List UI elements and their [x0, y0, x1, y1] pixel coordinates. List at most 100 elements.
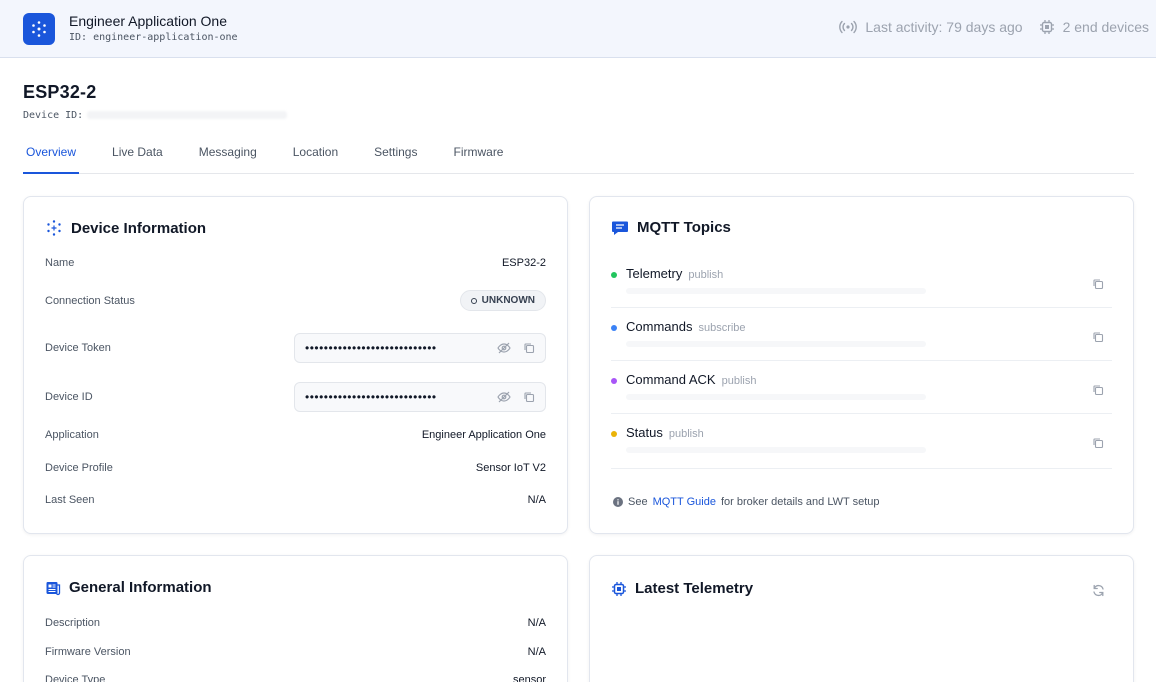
device-id-label: Device ID: [23, 110, 84, 121]
latest-telemetry-title: Latest Telemetry [611, 580, 753, 597]
tab-live-data[interactable]: Live Data [109, 138, 166, 174]
tab-messaging[interactable]: Messaging [196, 138, 260, 174]
latest-telemetry-card: Latest Telemetry [589, 555, 1134, 682]
topic-status-dot [611, 431, 617, 437]
guide-suffix: for broker details and LWT setup [720, 496, 880, 508]
topic-mode: publish [721, 375, 757, 387]
toggle-visibility-icon[interactable] [497, 391, 511, 403]
tab-location[interactable]: Location [290, 138, 341, 174]
cube-icon [47, 220, 61, 236]
device-token-row: Device Token •••••••••••••••••••••••••••… [45, 333, 546, 363]
device-id-row: Device ID •••••••••••••••••••••••••••• [45, 382, 546, 412]
topic-name: Commands [626, 319, 693, 334]
status-ring-icon [470, 297, 477, 304]
device-profile-label: Device Profile [45, 462, 113, 474]
topic-item: Telemetry publish [611, 255, 1112, 308]
mqtt-topics-card: MQTT Topics Telemetry publish Commands sub… [589, 196, 1134, 534]
description-label: Description [45, 617, 101, 629]
topic-path-redacted [626, 447, 926, 453]
name-value: ESP32-2 [501, 257, 546, 269]
cube-icon [32, 21, 46, 37]
chip-icon [1039, 20, 1054, 34]
firmware-version-label: Firmware Version [45, 646, 131, 658]
topic-status-dot [611, 378, 617, 384]
toggle-visibility-icon[interactable] [497, 342, 511, 354]
device-profile-value: Sensor IoT V2 [475, 462, 546, 474]
device-id-redacted [87, 111, 288, 119]
tab-settings[interactable]: Settings [371, 138, 420, 174]
device-id-label: Device ID [45, 391, 93, 403]
topic-name: Status [626, 425, 663, 440]
device-information-heading: Device Information [71, 219, 207, 237]
topic-path-redacted [626, 341, 926, 347]
name-row: Name ESP32-2 [45, 257, 546, 269]
general-information-heading: General Information [69, 579, 212, 596]
topic-item: Command ACK publish [611, 361, 1112, 414]
topic-path-redacted [626, 394, 926, 400]
device-profile-row: Device Profile Sensor IoT V2 [45, 462, 546, 474]
last-seen-value: N/A [527, 494, 546, 506]
topic-mode: publish [668, 428, 704, 440]
application-id: ID: engineer-application-one [69, 32, 238, 43]
device-id-value: •••••••••••••••••••••••••••• [305, 390, 437, 404]
connection-status-label: Connection Status [45, 294, 135, 307]
guide-prefix: See [628, 496, 648, 508]
status-badge: UNKNOWN [459, 290, 546, 311]
device-id-line: Device ID: [23, 110, 288, 121]
latest-telemetry-heading: Latest Telemetry [635, 580, 754, 597]
application-value: Engineer Application One [421, 429, 546, 441]
general-information-card: General Information Description N/A Firm… [23, 555, 568, 682]
copy-icon[interactable] [1092, 436, 1104, 454]
refresh-icon[interactable] [1092, 584, 1105, 602]
device-type-row: Device Type sensor [45, 674, 546, 682]
status-value: UNKNOWN [481, 295, 535, 306]
copy-icon[interactable] [1092, 383, 1104, 401]
copy-icon[interactable] [1092, 330, 1104, 348]
last-activity: Last activity: 79 days ago [839, 19, 1023, 35]
end-devices-text: 2 end devices [1062, 19, 1149, 35]
application-header: Engineer Application One ID: engineer-ap… [0, 0, 1156, 58]
mqtt-topics-title: MQTT Topics [611, 219, 731, 236]
last-activity-text: Last activity: 79 days ago [865, 19, 1023, 35]
firmware-version-row: Firmware Version N/A [45, 646, 546, 658]
topic-status-dot [611, 325, 617, 331]
device-information-title: Device Information [45, 219, 206, 237]
message-icon [612, 221, 628, 235]
application-logo [23, 13, 55, 45]
device-type-label: Device Type [45, 674, 106, 682]
mqtt-guide-link[interactable]: MQTT Guide [653, 496, 716, 508]
copy-icon[interactable] [523, 342, 535, 354]
copy-icon[interactable] [1092, 277, 1104, 295]
device-token-field: •••••••••••••••••••••••••••• [294, 333, 546, 363]
device-token-value: •••••••••••••••••••••••••••• [305, 341, 437, 355]
application-label: Application [45, 429, 99, 441]
topic-mode: subscribe [698, 322, 746, 334]
description-row: Description N/A [45, 617, 546, 629]
description-value: N/A [527, 617, 546, 629]
device-type-value: sensor [512, 674, 546, 682]
connection-status-row: Connection Status UNKNOWN [45, 290, 546, 311]
info-icon [613, 497, 623, 507]
copy-icon[interactable] [523, 391, 535, 403]
application-row: Application Engineer Application One [45, 429, 546, 441]
application-name: Engineer Application One [69, 13, 227, 29]
topic-item: Commands subscribe [611, 308, 1112, 361]
device-token-label: Device Token [45, 342, 111, 354]
topic-mode: publish [688, 269, 724, 281]
tab-firmware[interactable]: Firmware [450, 138, 506, 174]
name-label: Name [45, 257, 75, 269]
general-information-title: General Information [45, 579, 212, 596]
broadcast-icon [839, 20, 858, 34]
firmware-version-value: N/A [527, 646, 546, 658]
topic-status-dot [611, 272, 617, 278]
document-icon [46, 581, 61, 595]
end-devices-count: 2 end devices [1039, 19, 1149, 35]
tab-overview[interactable]: Overview [23, 138, 80, 174]
chip-icon [612, 581, 626, 596]
mqtt-guide-note: See MQTT Guide for broker details and LW… [613, 496, 880, 508]
device-title: ESP32-2 [23, 82, 97, 102]
topic-item: Status publish [611, 414, 1112, 469]
last-seen-label: Last Seen [45, 494, 95, 506]
device-tabs: Overview Live Data Messaging Location Se… [23, 138, 1134, 174]
topic-name: Command ACK [626, 372, 716, 387]
